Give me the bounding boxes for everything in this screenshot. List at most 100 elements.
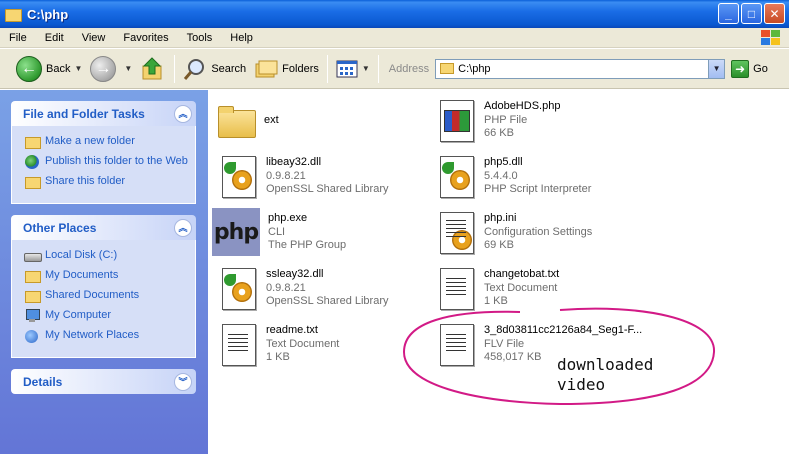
place-my-documents[interactable]: My Documents <box>24 269 189 283</box>
panel-header[interactable]: File and Folder Tasks ︽ <box>11 101 196 126</box>
file-item[interactable]: changetobat.txt Text Document 1 KB <box>434 264 559 312</box>
views-icon <box>336 60 358 77</box>
task-label[interactable]: Share this folder <box>45 175 125 188</box>
menu-file[interactable]: File <box>0 32 36 44</box>
search-button[interactable]: Search <box>179 53 250 85</box>
task-publish-web[interactable]: Publish this folder to the Web <box>24 155 189 169</box>
address-bar[interactable]: C:\php ▼ <box>435 58 726 79</box>
place-label[interactable]: My Computer <box>45 309 111 322</box>
file-type: FLV File <box>484 337 525 350</box>
forward-button[interactable]: → ▼ <box>86 53 136 85</box>
place-label[interactable]: Local Disk (C:) <box>45 249 117 262</box>
place-label[interactable]: Shared Documents <box>45 289 139 302</box>
place-label[interactable]: My Documents <box>45 269 118 282</box>
menu-view[interactable]: View <box>73 32 115 44</box>
expand-icon[interactable]: ︾ <box>174 372 192 391</box>
search-icon <box>184 58 205 80</box>
task-make-new-folder[interactable]: Make a new folder <box>24 135 189 149</box>
file-name: php.exe <box>268 212 308 224</box>
menu-tools[interactable]: Tools <box>178 32 222 44</box>
file-name: ext <box>264 114 279 126</box>
chevron-down-icon[interactable]: ▼ <box>74 64 82 73</box>
collapse-icon[interactable]: ︽ <box>174 104 192 123</box>
menu-help[interactable]: Help <box>221 32 262 44</box>
search-label: Search <box>211 62 247 75</box>
forward-arrow-icon: → <box>90 55 117 82</box>
task-pane: File and Folder Tasks ︽ Make a new folde… <box>0 90 208 454</box>
folders-label: Folders <box>282 62 319 75</box>
minimize-button[interactable]: _ <box>718 3 739 24</box>
task-label[interactable]: Publish this folder to the Web <box>45 155 188 168</box>
address-input[interactable]: C:\php <box>458 63 490 75</box>
menu-favorites[interactable]: Favorites <box>114 32 177 44</box>
file-item[interactable]: ext <box>214 98 279 146</box>
file-type: Configuration Settings <box>484 225 593 238</box>
panel-header[interactable]: Details ︾ <box>11 369 196 394</box>
file-name: 3_8d03811cc2126a84_Seg1-F... <box>484 324 643 336</box>
views-button[interactable]: ▼ <box>332 53 374 85</box>
file-version: 5.4.4.0 <box>484 169 518 182</box>
chevron-down-icon[interactable]: ▼ <box>124 64 132 73</box>
file-item[interactable]: php php.exe CLI The PHP Group <box>212 208 346 256</box>
place-shared-documents[interactable]: Shared Documents <box>24 289 189 303</box>
title-bar[interactable]: C:\php _ □ ✕ <box>0 0 789 28</box>
new-folder-icon <box>24 135 41 149</box>
network-icon <box>24 329 40 343</box>
file-size: 66 KB <box>484 127 514 139</box>
text-file-icon <box>434 264 478 312</box>
maximize-button[interactable]: □ <box>741 3 762 24</box>
file-name: AdobeHDS.php <box>484 100 561 112</box>
folders-button[interactable]: Folders <box>250 53 323 85</box>
back-arrow-icon: ← <box>16 55 42 82</box>
go-arrow-icon: ➜ <box>731 59 750 78</box>
file-item[interactable]: php5.dll 5.4.4.0 PHP Script Interpreter <box>434 152 591 200</box>
folder-icon <box>24 269 41 283</box>
publish-web-icon <box>24 155 40 169</box>
folder-icon <box>24 289 41 303</box>
windows-logo-icon <box>757 29 783 47</box>
place-local-disk[interactable]: Local Disk (C:) <box>24 249 189 263</box>
toolbar-divider <box>326 54 328 83</box>
file-version: 0.9.8.21 <box>266 281 306 294</box>
menu-bar: File Edit View Favorites Tools Help <box>0 28 789 48</box>
file-item[interactable]: libeay32.dll 0.9.8.21 OpenSSL Shared Lib… <box>216 152 389 200</box>
file-item[interactable]: AdobeHDS.php PHP File 66 KB <box>434 96 560 144</box>
close-button[interactable]: ✕ <box>764 3 785 24</box>
file-description: OpenSSL Shared Library <box>266 183 389 195</box>
file-description: The PHP Group <box>268 239 347 251</box>
php-exe-icon: php <box>212 208 260 256</box>
address-dropdown-button[interactable]: ▼ <box>708 59 725 78</box>
task-share-folder[interactable]: Share this folder <box>24 175 189 189</box>
panel-header[interactable]: Other Places ︽ <box>11 215 196 240</box>
file-type: Text Document <box>266 337 340 350</box>
details-panel: Details ︾ <box>11 369 196 394</box>
file-size: 1 KB <box>266 351 290 363</box>
folder-icon <box>214 98 258 146</box>
up-folder-button[interactable] <box>136 53 170 85</box>
ini-file-icon <box>434 208 478 256</box>
file-name: readme.txt <box>266 324 318 336</box>
dll-icon <box>216 152 260 200</box>
collapse-icon[interactable]: ︽ <box>174 218 192 237</box>
address-label: Address <box>388 62 430 75</box>
task-label[interactable]: Make a new folder <box>45 135 135 148</box>
place-label[interactable]: My Network Places <box>45 329 139 342</box>
menu-edit[interactable]: Edit <box>36 32 73 44</box>
computer-icon <box>24 309 40 323</box>
file-item[interactable]: ssleay32.dll 0.9.8.21 OpenSSL Shared Lib… <box>216 264 389 312</box>
folder-icon <box>440 63 455 74</box>
go-label: Go <box>753 62 768 75</box>
back-button[interactable]: ← Back ▼ <box>12 53 86 85</box>
text-file-icon <box>216 320 260 368</box>
file-description: PHP Script Interpreter <box>484 183 592 195</box>
file-version: 0.9.8.21 <box>266 169 306 182</box>
chevron-down-icon[interactable]: ▼ <box>362 64 370 73</box>
go-button[interactable]: ➜ Go <box>731 59 768 78</box>
file-item[interactable]: php.ini Configuration Settings 69 KB <box>434 208 592 256</box>
file-type: Text Document <box>484 281 558 294</box>
place-my-computer[interactable]: My Computer <box>24 309 189 323</box>
file-item[interactable]: readme.txt Text Document 1 KB <box>216 320 339 368</box>
share-folder-icon <box>24 175 41 189</box>
annotation-line: downloaded <box>557 355 654 374</box>
place-my-network[interactable]: My Network Places <box>24 329 189 343</box>
